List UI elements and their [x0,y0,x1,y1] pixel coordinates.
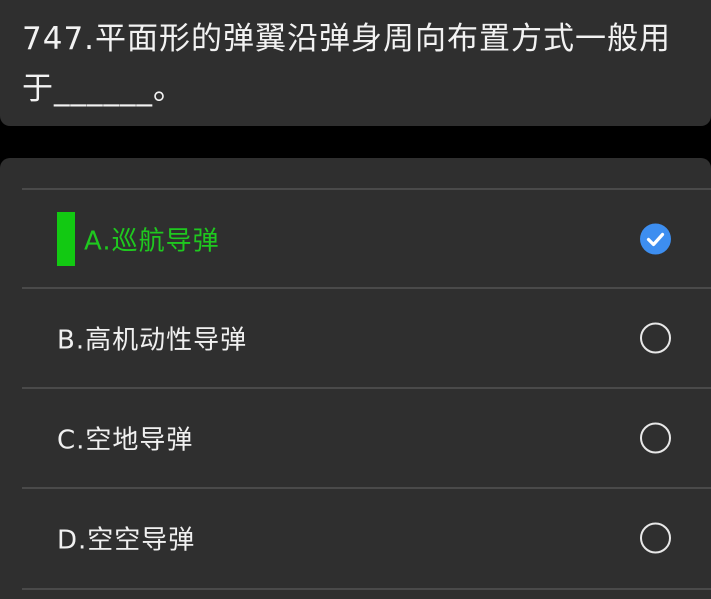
quiz-screen: 747.平面形的弹翼沿弹身周向布置方式一般用于______。 A.巡航导弹 B.… [0,0,711,599]
question-text: 747.平面形的弹翼沿弹身周向布置方式一般用于______。 [22,21,672,107]
option-d[interactable]: D.空空导弹 [0,489,711,587]
option-label: B.高机动性导弹 [57,325,248,356]
check-icon[interactable] [640,223,671,255]
options-card: A.巡航导弹 B.高机动性导弹 C.空地导弹 D.空空导弹 [0,158,711,599]
option-c[interactable]: C.空地导弹 [0,389,711,487]
question-card: 747.平面形的弹翼沿弹身周向布置方式一般用于______。 [0,0,711,126]
radio-circle-icon[interactable] [640,522,671,554]
option-label: C.空地导弹 [57,425,194,456]
option-label: A.巡航导弹 [84,226,220,257]
divider [22,588,711,590]
selected-marker [57,212,75,266]
option-a[interactable]: A.巡航导弹 [0,190,711,288]
radio-circle-icon[interactable] [640,422,671,454]
option-label: D.空空导弹 [57,525,196,556]
option-b[interactable]: B.高机动性导弹 [0,289,711,387]
radio-circle-icon[interactable] [640,322,671,354]
